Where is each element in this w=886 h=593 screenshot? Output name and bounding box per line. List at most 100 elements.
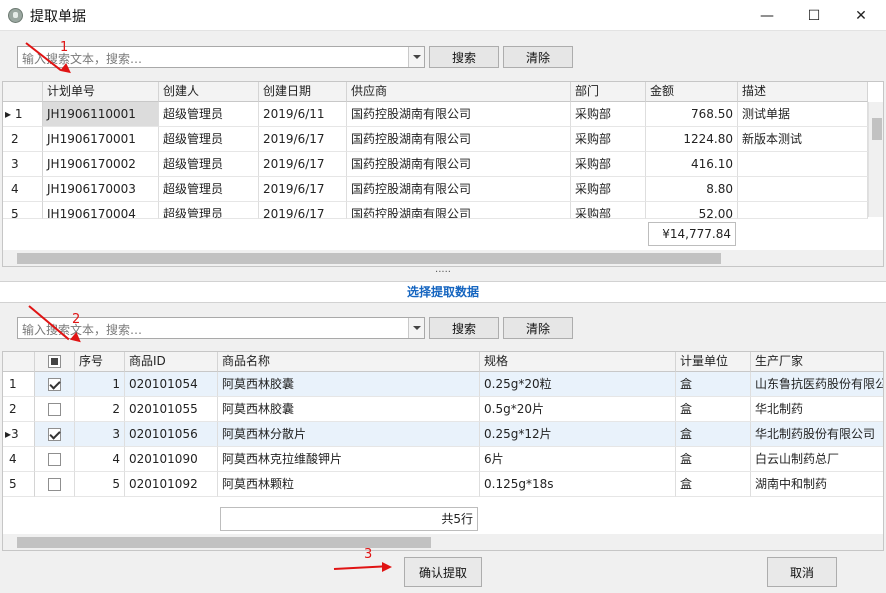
top-search-button[interactable]: 搜索 bbox=[429, 46, 499, 68]
cell-supplier[interactable]: 国药控股湖南有限公司 bbox=[347, 202, 571, 219]
row-indicator[interactable]: 5 bbox=[3, 472, 35, 497]
row-indicator[interactable]: 2 bbox=[3, 127, 43, 152]
row-indicator[interactable]: 5 bbox=[3, 202, 43, 221]
cell-desc[interactable]: 新版本测试 bbox=[738, 127, 868, 152]
row-checkbox[interactable] bbox=[48, 428, 61, 441]
cell-product-name[interactable]: 阿莫西林胶囊 bbox=[218, 397, 480, 422]
cell-supplier[interactable]: 国药控股湖南有限公司 bbox=[347, 177, 571, 202]
cell-seq[interactable]: 3 bbox=[75, 422, 125, 447]
col-amount[interactable]: 金额 bbox=[646, 82, 738, 102]
select-all-checkbox[interactable] bbox=[48, 355, 61, 368]
cell-plan-no[interactable]: JH1906170002 bbox=[43, 152, 159, 177]
cell-spec[interactable]: 0.5g*20片 bbox=[480, 397, 676, 422]
row-indicator[interactable]: ▸3 bbox=[3, 422, 35, 447]
row-indicator[interactable]: 3 bbox=[3, 152, 43, 177]
bottom-search-button[interactable]: 搜索 bbox=[429, 317, 499, 339]
cell-unit[interactable]: 盒 bbox=[676, 422, 751, 447]
cell-dept[interactable]: 采购部 bbox=[571, 177, 646, 202]
minimize-button[interactable]: — bbox=[744, 0, 790, 31]
cell-plan-no[interactable]: JH1906170004 bbox=[43, 202, 159, 219]
cell-seq[interactable]: 2 bbox=[75, 397, 125, 422]
cell-maker[interactable]: 华北制药 bbox=[751, 397, 883, 422]
top-search-dropdown[interactable] bbox=[408, 47, 424, 67]
cell-dept[interactable]: 采购部 bbox=[571, 102, 646, 127]
cell-supplier[interactable]: 国药控股湖南有限公司 bbox=[347, 127, 571, 152]
cell-creator[interactable]: 超级管理员 bbox=[159, 102, 259, 127]
cell-spec[interactable]: 0.125g*18s bbox=[480, 472, 676, 497]
cell-desc[interactable]: 测试单据 bbox=[738, 102, 868, 127]
cell-plan-no[interactable]: JH1906170003 bbox=[43, 177, 159, 202]
plan-grid-vscroll[interactable] bbox=[868, 102, 883, 217]
cell-creator[interactable]: 超级管理员 bbox=[159, 177, 259, 202]
plan-grid-hscroll[interactable] bbox=[3, 250, 883, 266]
cell-maker[interactable]: 白云山制药总厂 bbox=[751, 447, 883, 472]
cell-dept[interactable]: 采购部 bbox=[571, 127, 646, 152]
cell-create-date[interactable]: 2019/6/17 bbox=[259, 177, 347, 202]
row-indicator[interactable]: 4 bbox=[3, 447, 35, 472]
cell-unit[interactable]: 盒 bbox=[676, 447, 751, 472]
row-indicator[interactable]: 2 bbox=[3, 397, 35, 422]
cell-unit[interactable]: 盒 bbox=[676, 372, 751, 397]
cell-creator[interactable]: 超级管理员 bbox=[159, 127, 259, 152]
row-checkbox[interactable] bbox=[48, 378, 61, 391]
top-clear-button[interactable]: 清除 bbox=[503, 46, 573, 68]
cell-dept[interactable]: 采购部 bbox=[571, 202, 646, 219]
confirm-extract-button[interactable]: 确认提取 bbox=[404, 557, 482, 587]
cell-seq[interactable]: 1 bbox=[75, 372, 125, 397]
col-dept[interactable]: 部门 bbox=[571, 82, 646, 102]
cell-product-id[interactable]: 020101055 bbox=[125, 397, 218, 422]
cell-creator[interactable]: 超级管理员 bbox=[159, 202, 259, 219]
col-seq[interactable]: 序号 bbox=[75, 352, 125, 372]
col-spec[interactable]: 规格 bbox=[480, 352, 676, 372]
col-maker[interactable]: 生产厂家 bbox=[751, 352, 883, 372]
cell-spec[interactable]: 0.25g*20粒 bbox=[480, 372, 676, 397]
cell-amount[interactable]: 1224.80 bbox=[646, 127, 738, 152]
top-search-input[interactable]: 输入搜索文本，搜索… bbox=[17, 46, 425, 68]
cell-create-date[interactable]: 2019/6/17 bbox=[259, 127, 347, 152]
cell-supplier[interactable]: 国药控股湖南有限公司 bbox=[347, 102, 571, 127]
col-creator[interactable]: 创建人 bbox=[159, 82, 259, 102]
cell-amount[interactable]: 52.00 bbox=[646, 202, 738, 219]
col-unit[interactable]: 计量单位 bbox=[676, 352, 751, 372]
plan-grid-hscroll-thumb[interactable] bbox=[17, 253, 721, 264]
cell-seq[interactable]: 4 bbox=[75, 447, 125, 472]
cell-product-name[interactable]: 阿莫西林克拉维酸钾片 bbox=[218, 447, 480, 472]
cell-maker[interactable]: 华北制药股份有限公司 bbox=[751, 422, 883, 447]
cell-desc[interactable] bbox=[738, 152, 868, 177]
cell-maker[interactable]: 湖南中和制药 bbox=[751, 472, 883, 497]
cell-maker[interactable]: 山东鲁抗医药股份有限公司 bbox=[751, 372, 883, 397]
row-checkbox[interactable] bbox=[48, 453, 61, 466]
maximize-button[interactable]: ☐ bbox=[791, 0, 837, 31]
cell-product-id[interactable]: 020101090 bbox=[125, 447, 218, 472]
col-desc[interactable]: 描述 bbox=[738, 82, 868, 102]
cell-product-name[interactable]: 阿莫西林分散片 bbox=[218, 422, 480, 447]
product-grid-hscroll[interactable] bbox=[3, 534, 883, 550]
col-product-name[interactable]: 商品名称 bbox=[218, 352, 480, 372]
cell-product-name[interactable]: 阿莫西林颗粒 bbox=[218, 472, 480, 497]
cell-create-date[interactable]: 2019/6/17 bbox=[259, 202, 347, 219]
col-create-date[interactable]: 创建日期 bbox=[259, 82, 347, 102]
cell-amount[interactable]: 416.10 bbox=[646, 152, 738, 177]
cell-creator[interactable]: 超级管理员 bbox=[159, 152, 259, 177]
row-checkbox[interactable] bbox=[48, 403, 61, 416]
cell-plan-no[interactable]: JH1906110001 bbox=[43, 102, 159, 127]
row-indicator[interactable]: 4 bbox=[3, 177, 43, 202]
bottom-clear-button[interactable]: 清除 bbox=[503, 317, 573, 339]
bottom-search-dropdown[interactable] bbox=[408, 318, 424, 338]
cell-spec[interactable]: 6片 bbox=[480, 447, 676, 472]
cell-create-date[interactable]: 2019/6/11 bbox=[259, 102, 347, 127]
row-checkbox[interactable] bbox=[48, 478, 61, 491]
cell-desc[interactable] bbox=[738, 202, 868, 219]
cancel-button[interactable]: 取消 bbox=[767, 557, 837, 587]
plan-grid-vscroll-thumb[interactable] bbox=[872, 118, 882, 140]
cell-seq[interactable]: 5 bbox=[75, 472, 125, 497]
col-product-id[interactable]: 商品ID bbox=[125, 352, 218, 372]
cell-product-id[interactable]: 020101092 bbox=[125, 472, 218, 497]
col-supplier[interactable]: 供应商 bbox=[347, 82, 571, 102]
cell-product-name[interactable]: 阿莫西林胶囊 bbox=[218, 372, 480, 397]
cell-product-id[interactable]: 020101056 bbox=[125, 422, 218, 447]
cell-spec[interactable]: 0.25g*12片 bbox=[480, 422, 676, 447]
cell-amount[interactable]: 768.50 bbox=[646, 102, 738, 127]
cell-create-date[interactable]: 2019/6/17 bbox=[259, 152, 347, 177]
col-plan-no[interactable]: 计划单号 bbox=[43, 82, 159, 102]
